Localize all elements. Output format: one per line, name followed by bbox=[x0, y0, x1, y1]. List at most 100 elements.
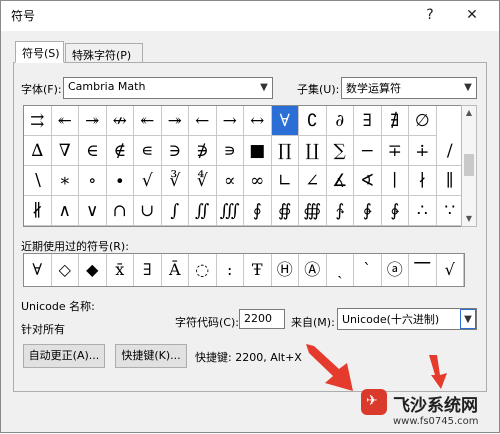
symbol-cell[interactable]: ∂ bbox=[326, 106, 354, 136]
symbol-cell[interactable]: ∥ bbox=[436, 166, 464, 196]
recent-symbol-cell[interactable]: ∃ bbox=[134, 254, 162, 286]
symbol-cell[interactable]: ← bbox=[189, 106, 217, 136]
symbol-cell[interactable]: ∊ bbox=[134, 136, 162, 166]
watermark-title: 飞沙系统网 bbox=[393, 396, 478, 416]
symbol-cell[interactable]: ∰ bbox=[299, 196, 327, 226]
recent-symbol-cell[interactable]: : bbox=[217, 254, 244, 286]
symbol-cell[interactable]: ∕ bbox=[436, 136, 464, 166]
symbol-cell[interactable]: ∢ bbox=[354, 166, 382, 196]
symbol-cell[interactable]: ∓ bbox=[381, 136, 409, 166]
symbol-cell[interactable]: ∌ bbox=[189, 136, 217, 166]
unicode-name-value: 针对所有 bbox=[21, 323, 65, 336]
symbol-cell[interactable]: ∤ bbox=[409, 166, 437, 196]
recent-symbol-cell[interactable]: ◌ bbox=[189, 254, 217, 286]
close-button[interactable]: ✕ bbox=[461, 5, 483, 25]
symbol-cell[interactable]: ∭ bbox=[216, 196, 244, 226]
symbol-cell[interactable]: ∛ bbox=[161, 166, 189, 196]
symbol-cell[interactable]: − bbox=[354, 136, 382, 166]
from-select[interactable]: Unicode(十六进制) ▼ bbox=[337, 308, 477, 330]
symbol-cell[interactable]: ∫ bbox=[161, 196, 189, 226]
chevron-down-icon: ▼ bbox=[460, 309, 476, 329]
symbol-grid-scrollbar[interactable]: ▲ ▼ bbox=[461, 105, 477, 227]
autocorrect-button[interactable]: 自动更正(A)... bbox=[23, 344, 105, 368]
symbol-cell[interactable]: ∦ bbox=[24, 196, 52, 226]
symbol-cell[interactable]: ∘ bbox=[79, 166, 107, 196]
symbol-cell[interactable]: ∳ bbox=[381, 196, 409, 226]
symbol-cell[interactable]: ∨ bbox=[79, 196, 107, 226]
recent-symbol-cell[interactable]: ⎺ bbox=[409, 254, 437, 286]
font-select[interactable]: Cambria Math ▼ bbox=[63, 77, 273, 99]
shortcut-key-button[interactable]: 快捷键(K)... bbox=[115, 344, 187, 368]
symbol-cell[interactable]: ∬ bbox=[189, 196, 217, 226]
symbol-cell[interactable]: ∈ bbox=[79, 136, 107, 166]
symbol-cell[interactable]: ∜ bbox=[189, 166, 217, 196]
recent-symbol-cell[interactable]: √ bbox=[437, 254, 464, 286]
scroll-up-icon[interactable]: ▲ bbox=[462, 106, 476, 120]
tab-special-characters[interactable]: 特殊字符(P) bbox=[65, 43, 143, 63]
char-code-input[interactable]: 2200 bbox=[239, 309, 285, 329]
symbol-cell[interactable]: ⇉ bbox=[24, 106, 52, 136]
symbol-cell[interactable]: ■ bbox=[244, 136, 272, 166]
symbol-cell[interactable]: ∉ bbox=[106, 136, 134, 166]
symbol-cell[interactable]: ∁ bbox=[299, 106, 327, 136]
recent-symbols-list: ∀ ◇ ◆ x̄ ∃ Ā ◌: Ŧ Ⓗ Ⓐ ˎ ˋ ⓐ ⎺ √ bbox=[23, 253, 465, 287]
symbol-cell[interactable]: ∙ bbox=[106, 166, 134, 196]
symbol-cell[interactable]: ∱ bbox=[326, 196, 354, 226]
recent-symbol-cell[interactable]: ⓐ bbox=[382, 254, 409, 286]
symbol-cell[interactable]: ∍ bbox=[216, 136, 244, 166]
symbol-cell[interactable]: ∡ bbox=[326, 166, 354, 196]
symbol-cell[interactable]: ∞ bbox=[244, 166, 272, 196]
symbol-cell[interactable]: ∐ bbox=[299, 136, 327, 166]
recent-symbol-cell[interactable]: ˋ bbox=[354, 254, 382, 286]
unicode-name-label: Unicode 名称: bbox=[21, 300, 95, 313]
symbol-cell[interactable]: ∮ bbox=[244, 196, 272, 226]
recent-symbol-cell[interactable]: Ŧ bbox=[244, 254, 272, 286]
recent-symbol-cell[interactable]: x̄ bbox=[107, 254, 134, 286]
symbol-cell[interactable]: ↞ bbox=[51, 106, 79, 136]
symbol-cell[interactable]: ∣ bbox=[381, 166, 409, 196]
symbol-cell[interactable]: √ bbox=[134, 166, 162, 196]
symbol-cell[interactable]: ∆ bbox=[24, 136, 52, 166]
symbol-cell[interactable]: ∀ bbox=[271, 106, 299, 136]
recent-symbol-cell[interactable]: ˎ bbox=[327, 254, 354, 286]
symbol-cell[interactable]: ∩ bbox=[106, 196, 134, 226]
symbol-cell[interactable]: ↞ bbox=[134, 106, 162, 136]
symbol-cell[interactable]: ∴ bbox=[409, 196, 437, 226]
from-select-value: Unicode(十六进制) bbox=[342, 313, 440, 326]
symbol-cell[interactable]: ∪ bbox=[134, 196, 162, 226]
symbol-cell[interactable]: ↠ bbox=[161, 106, 189, 136]
symbol-cell[interactable]: ∠ bbox=[299, 166, 327, 196]
symbol-cell[interactable]: ↠ bbox=[79, 106, 107, 136]
symbol-cell[interactable]: ∔ bbox=[409, 136, 437, 166]
symbol-cell[interactable]: ∵ bbox=[436, 196, 464, 226]
recent-symbol-cell[interactable]: Ā bbox=[162, 254, 189, 286]
chevron-down-icon: ▼ bbox=[464, 82, 472, 93]
symbol-cell[interactable]: ∗ bbox=[51, 166, 79, 196]
recent-symbol-cell[interactable]: ◆ bbox=[79, 254, 107, 286]
symbol-cell[interactable]: ∑ bbox=[326, 136, 354, 166]
symbol-cell[interactable]: ∋ bbox=[161, 136, 189, 166]
recent-symbol-cell[interactable]: ∀ bbox=[24, 254, 52, 286]
scroll-thumb[interactable] bbox=[464, 154, 474, 176]
symbol-cell[interactable]: ∅ bbox=[409, 106, 437, 136]
recent-symbol-cell[interactable]: ◇ bbox=[52, 254, 79, 286]
recent-symbol-cell[interactable]: Ⓗ bbox=[272, 254, 299, 286]
help-button[interactable]: ? bbox=[419, 5, 441, 25]
symbol-cell[interactable]: ↔ bbox=[244, 106, 272, 136]
symbol-cell[interactable]: ∏ bbox=[271, 136, 299, 166]
symbol-cell[interactable]: ∃ bbox=[354, 106, 382, 136]
subset-select[interactable]: 数学运算符 ▼ bbox=[341, 77, 477, 99]
scroll-down-icon[interactable]: ▼ bbox=[462, 212, 476, 226]
symbol-cell[interactable]: ∯ bbox=[271, 196, 299, 226]
recent-symbol-cell[interactable]: Ⓐ bbox=[299, 254, 327, 286]
symbol-cell[interactable]: ∄ bbox=[381, 106, 409, 136]
symbol-cell[interactable]: → bbox=[216, 106, 244, 136]
symbol-cell[interactable]: ∇ bbox=[51, 136, 79, 166]
symbol-cell[interactable]: ↮ bbox=[106, 106, 134, 136]
symbol-cell[interactable]: ∲ bbox=[354, 196, 382, 226]
symbol-cell[interactable]: ∟ bbox=[271, 166, 299, 196]
tab-symbols[interactable]: 符号(S) bbox=[15, 41, 64, 63]
symbol-cell[interactable]: ∖ bbox=[24, 166, 52, 196]
symbol-cell[interactable]: ∝ bbox=[216, 166, 244, 196]
symbol-cell[interactable]: ∧ bbox=[51, 196, 79, 226]
